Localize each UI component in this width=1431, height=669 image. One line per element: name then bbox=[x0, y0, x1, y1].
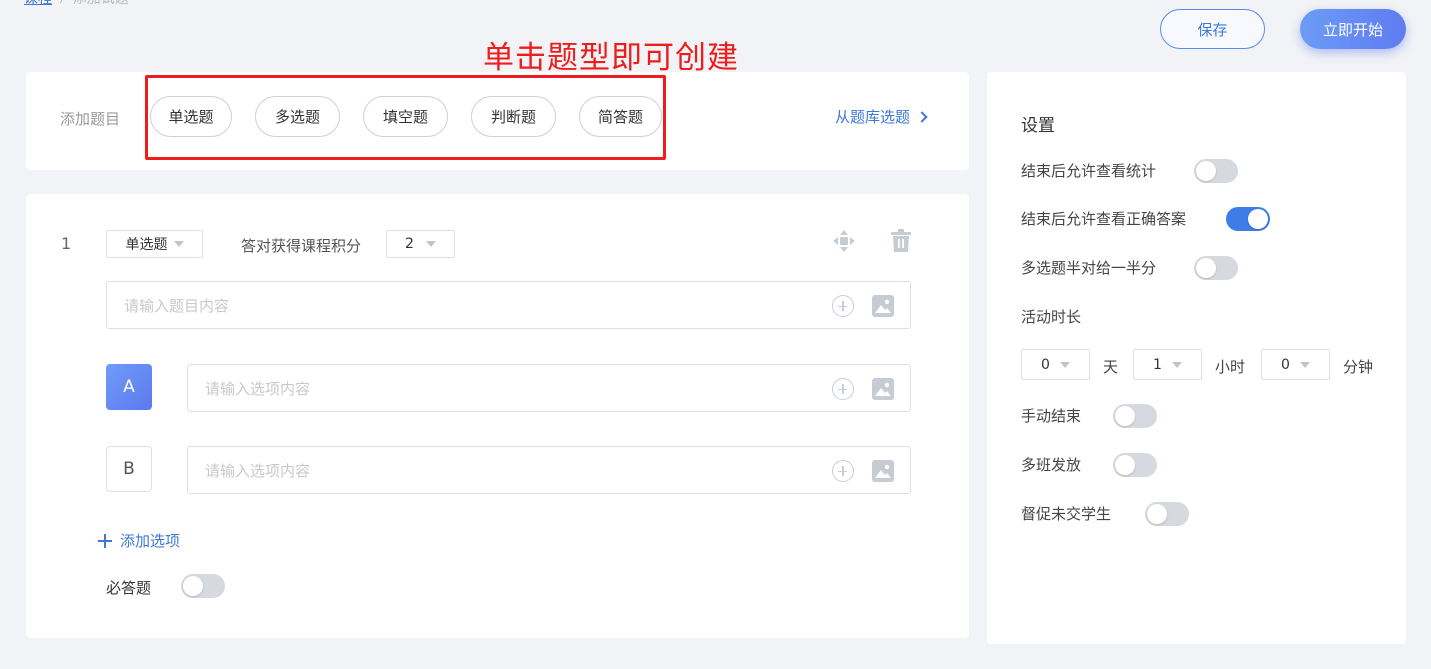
image-icon[interactable] bbox=[872, 295, 894, 317]
breadcrumb-current: 添加试题 bbox=[73, 0, 129, 8]
duration-hours-select[interactable]: 1 bbox=[1133, 349, 1202, 380]
half-credit-toggle[interactable] bbox=[1194, 256, 1238, 280]
trash-icon[interactable] bbox=[890, 229, 912, 253]
score-label: 答对获得课程积分 bbox=[241, 237, 362, 255]
allow-view-answers-toggle[interactable] bbox=[1226, 207, 1270, 231]
breadcrumb-separator: / bbox=[60, 0, 65, 6]
duration-hours-value: 1 bbox=[1153, 356, 1162, 373]
duration-label: 活动时长 bbox=[1021, 308, 1082, 326]
question-bank-link[interactable]: 从题库选题 bbox=[835, 106, 928, 127]
duration-days-select[interactable]: 0 bbox=[1021, 349, 1090, 380]
hours-unit: 小时 bbox=[1215, 358, 1246, 376]
caret-down-icon bbox=[1171, 361, 1182, 368]
days-unit: 天 bbox=[1103, 358, 1119, 376]
manual-end-toggle[interactable] bbox=[1113, 404, 1157, 428]
annotation-highlight-box bbox=[145, 75, 666, 160]
allow-view-answers-label: 结束后允许查看正确答案 bbox=[1021, 210, 1187, 228]
chevron-right-icon bbox=[916, 110, 928, 123]
remind-students-toggle[interactable] bbox=[1145, 502, 1189, 526]
half-credit-label: 多选题半对给一半分 bbox=[1021, 259, 1157, 277]
add-circle-icon[interactable] bbox=[832, 295, 854, 317]
multi-class-label: 多班发放 bbox=[1021, 456, 1082, 474]
question-number: 1 bbox=[61, 234, 72, 253]
remind-students-label: 督促未交学生 bbox=[1021, 505, 1112, 523]
manual-end-label: 手动结束 bbox=[1021, 407, 1082, 425]
add-circle-icon[interactable] bbox=[832, 460, 854, 482]
add-option-label: 添加选项 bbox=[120, 532, 181, 550]
option-b-field[interactable] bbox=[187, 446, 911, 494]
annotation-caption: 单击题型即可创建 bbox=[483, 40, 739, 76]
required-toggle[interactable] bbox=[181, 574, 225, 598]
question-content-input[interactable] bbox=[124, 295, 724, 317]
question-content-field[interactable] bbox=[106, 281, 911, 329]
add-option-button[interactable]: 添加选项 bbox=[98, 530, 180, 551]
option-a-marker[interactable]: A bbox=[106, 364, 152, 410]
allow-view-stats-toggle[interactable] bbox=[1194, 159, 1238, 183]
option-a-field[interactable] bbox=[187, 364, 911, 412]
move-icon[interactable] bbox=[832, 229, 856, 253]
plus-icon bbox=[98, 533, 112, 548]
save-button[interactable]: 保存 bbox=[1160, 9, 1265, 49]
multi-class-toggle[interactable] bbox=[1113, 453, 1157, 477]
duration-minutes-value: 0 bbox=[1281, 356, 1290, 373]
caret-down-icon bbox=[1059, 361, 1070, 368]
question-bank-label: 从题库选题 bbox=[835, 108, 911, 126]
add-circle-icon[interactable] bbox=[832, 378, 854, 400]
score-select[interactable]: 2 bbox=[386, 230, 455, 258]
minutes-unit: 分钟 bbox=[1343, 358, 1374, 376]
question-editor: 1 单选题 答对获得课程积分 2 请输入题目内容 A 请输入选项内容 B 请输入… bbox=[26, 194, 969, 638]
option-b-input[interactable] bbox=[205, 460, 805, 482]
score-value: 2 bbox=[405, 236, 414, 252]
add-question-label: 添加题目 bbox=[60, 110, 121, 128]
settings-title: 设置 bbox=[1021, 116, 1055, 136]
caret-down-icon bbox=[173, 241, 184, 247]
allow-view-stats-label: 结束后允许查看统计 bbox=[1021, 162, 1157, 180]
image-icon[interactable] bbox=[872, 378, 894, 400]
question-type-value: 单选题 bbox=[125, 237, 168, 253]
duration-days-value: 0 bbox=[1041, 356, 1050, 373]
breadcrumb-parent-link[interactable]: 课程 bbox=[24, 0, 52, 8]
option-b-marker[interactable]: B bbox=[106, 446, 152, 492]
settings-panel: 设置 结束后允许查看统计 结束后允许查看正确答案 多选题半对给一半分 活动时长 … bbox=[987, 72, 1406, 644]
question-type-select[interactable]: 单选题 bbox=[106, 230, 203, 258]
caret-down-icon bbox=[1299, 361, 1310, 368]
caret-down-icon bbox=[425, 241, 436, 247]
start-now-button[interactable]: 立即开始 bbox=[1300, 9, 1406, 49]
image-icon[interactable] bbox=[872, 460, 894, 482]
duration-minutes-select[interactable]: 0 bbox=[1261, 349, 1330, 380]
required-label: 必答题 bbox=[106, 579, 152, 597]
option-a-input[interactable] bbox=[205, 378, 805, 400]
breadcrumb: 课程 / 添加试题 bbox=[24, 0, 129, 8]
